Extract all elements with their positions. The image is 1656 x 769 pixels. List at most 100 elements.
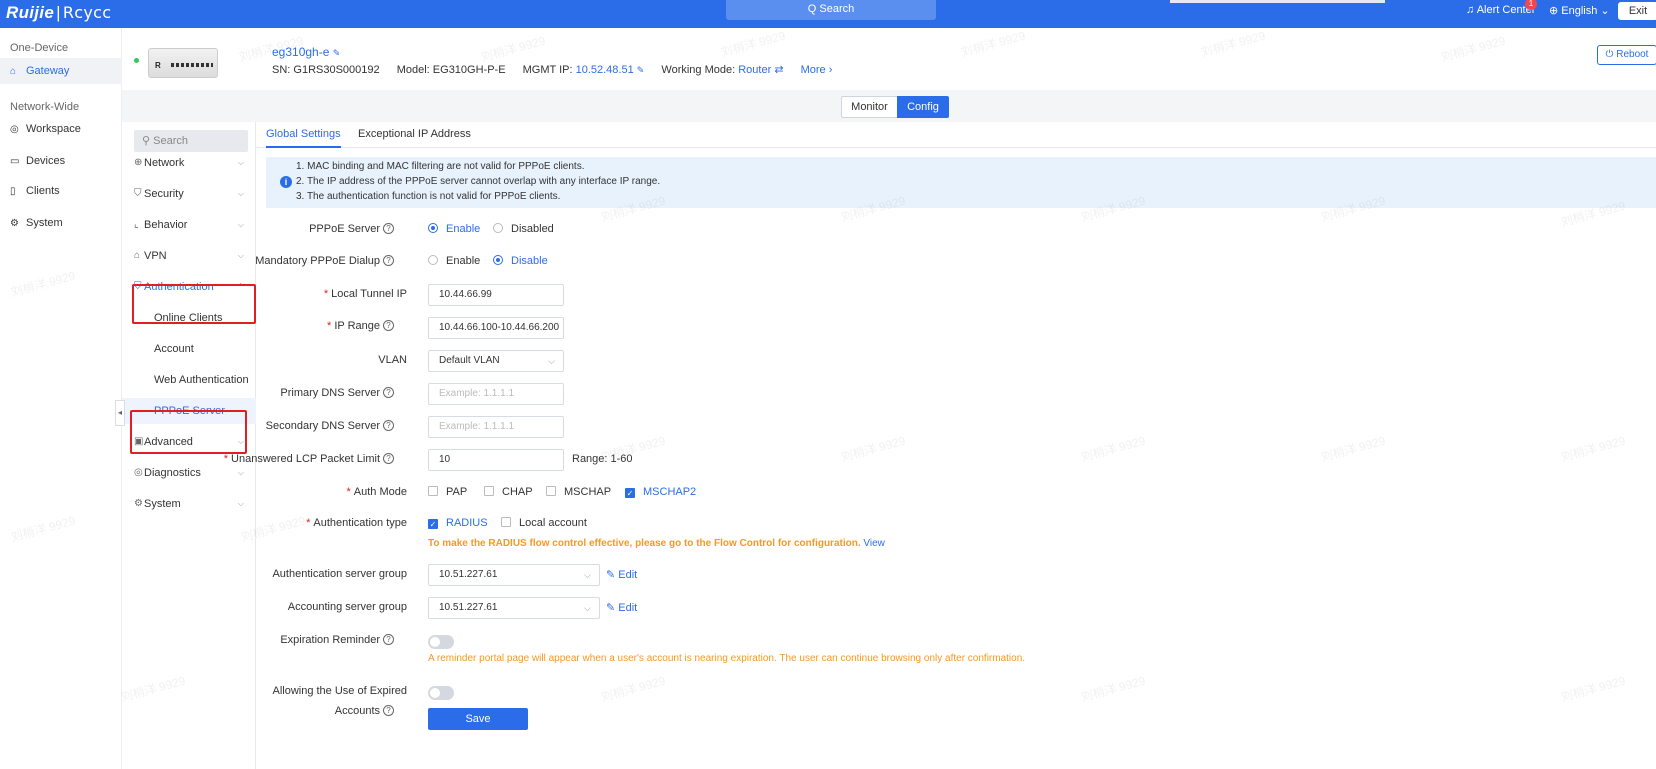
label-text: Secondary DNS Server [265,420,380,432]
global-search-button[interactable]: Q Search [726,0,936,20]
nav-item-system[interactable]: ⚙ System [0,210,122,236]
ip-range-input[interactable]: 10.44.66.100-10.44.66.200 [428,317,564,339]
acct-server-group-select[interactable]: 10.51.227.61 ⌵ [428,597,600,619]
mschap-checkbox[interactable]: MSCHAP [546,486,611,498]
chevron-down-icon: ⌄ [1600,5,1610,17]
pap-checkbox[interactable]: PAP [428,486,467,498]
sidebar-item-web-authentication[interactable]: Web Authentication [122,367,256,393]
pppoe-enable-radio[interactable]: Enable [428,223,480,235]
chap-checkbox[interactable]: CHAP [484,486,533,498]
help-icon[interactable]: ? [383,387,394,398]
monitor-tab[interactable]: Monitor [841,96,898,118]
sidebar-item-system[interactable]: ⚙ System ⌵ [122,491,256,517]
help-icon[interactable]: ? [383,223,394,234]
clients-icon: ▯ [10,186,16,197]
info-notice: i 1. MAC binding and MAC filtering are n… [266,157,1656,208]
sidebar-item-label: System [144,498,181,510]
expired-accounts-label-2: Accounts? [335,705,394,717]
edit-icon: ✎ [606,569,616,581]
acct-server-edit-link[interactable]: ✎ Edit [606,601,637,614]
logo-separator: | [56,3,61,22]
help-icon[interactable]: ? [383,255,394,266]
lcp-limit-input[interactable]: 10 [428,449,564,471]
logo-brand: Ruijie [6,3,55,22]
mandatory-disable-radio[interactable]: Disable [493,255,548,267]
tab-exceptional-ip[interactable]: Exceptional IP Address [358,128,471,146]
bell-icon: ♫ [1466,4,1475,16]
label-text: Local Tunnel IP [331,288,407,300]
selected-value: 10.51.227.61 [439,569,498,580]
expiration-reminder-label: Expiration Reminder? [280,634,394,646]
tab-global-settings[interactable]: Global Settings [266,128,341,148]
sidebar-search-input[interactable]: ⚲ Search [134,130,248,152]
radio-label: Enable [446,223,481,235]
brand-logo[interactable]: Ruijie | Rcycc [6,3,111,23]
help-icon[interactable]: ? [383,420,394,431]
mschap2-checkbox[interactable]: ✓ MSCHAP2 [625,486,696,498]
sn-label: SN: [272,64,291,76]
sidebar-item-label: VPN [144,250,167,262]
expiration-note: A reminder portal page will appear when … [428,653,1026,664]
lcp-limit-label: * Unanswered LCP Packet Limit? [224,453,394,465]
nav-item-gateway[interactable]: ⌂ Gateway [0,58,122,84]
highlight-authentication [132,284,256,324]
sidebar-item-vpn[interactable]: ⌂ VPN ⌵ [122,243,256,269]
help-icon[interactable]: ? [383,320,394,331]
sidebar-item-account[interactable]: Account [122,336,256,362]
sidebar-item-label: Security [144,188,184,200]
edit-icon[interactable]: ✎ [637,65,645,75]
device-image-label: R [155,61,161,70]
primary-dns-label: Primary DNS Server? [280,387,394,399]
label-text: Mandatory PPPoE Dialup [255,255,380,267]
chevron-down-icon: ⌵ [237,220,244,229]
edit-icon[interactable]: ✎ [333,48,341,58]
device-name[interactable]: eg310gh-e ✎ [272,45,340,59]
primary-dns-input[interactable]: Example: 1.1.1.1 [428,383,564,405]
language-selector[interactable]: ⊕ English ⌄ [1549,4,1610,17]
search-icon: ⚲ [142,135,151,147]
config-tab[interactable]: Config [897,96,949,118]
top-notification-strip [1170,0,1385,3]
sidebar-item-behavior[interactable]: ⌞ Behavior ⌵ [122,212,256,238]
expired-accounts-toggle[interactable] [428,686,454,700]
settings-tabs: Global Settings Exceptional IP Address [256,122,1656,148]
more-link[interactable]: More › [801,64,833,76]
vlan-select[interactable]: Default VLAN ⌵ [428,350,564,372]
auth-server-edit-link[interactable]: ✎ Edit [606,568,637,581]
home-icon: ⌂ [10,66,17,77]
radius-checkbox[interactable]: ✓ RADIUS [428,517,488,529]
sidebar-item-security[interactable]: ⛉ Security ⌵ [122,181,256,207]
mgmt-ip-link[interactable]: 10.52.48.51 [576,64,634,76]
help-icon[interactable]: ? [383,705,394,716]
exit-button[interactable]: Exit [1618,2,1656,20]
mandatory-dialup-label: Mandatory PPPoE Dialup? [255,255,394,267]
nav-item-devices[interactable]: ▭ Devices [0,148,122,174]
save-button[interactable]: Save [428,708,528,730]
expiration-reminder-toggle[interactable] [428,635,454,649]
local-account-checkbox[interactable]: Local account [501,517,587,529]
local-tunnel-ip-input[interactable]: 10.44.66.99 [428,284,564,306]
pppoe-disabled-radio[interactable]: Disabled [493,223,554,235]
device-info-row: SN: G1RS30S000192 Model: EG310GH-P-E MGM… [272,63,832,76]
info-line: 3. The authentication function is not va… [296,191,561,202]
switch-icon[interactable]: ⇄ [774,64,783,76]
checkbox-label: CHAP [502,486,533,498]
model-label: Model: [396,64,430,76]
info-line: 1. MAC binding and MAC filtering are not… [296,161,585,172]
nav-item-clients[interactable]: ▯ Clients [0,178,122,204]
mandatory-enable-radio[interactable]: Enable [428,255,480,267]
working-mode-link[interactable]: Router [738,64,771,76]
nav-item-workspace[interactable]: ◎ Workspace [0,116,122,142]
secondary-dns-input[interactable]: Example: 1.1.1.1 [428,416,564,438]
chevron-right-icon: › [828,64,833,76]
nav-item-label: Gateway [26,65,70,77]
reboot-button[interactable]: ⏻ Reboot [1597,45,1656,65]
help-icon[interactable]: ? [383,453,394,464]
radius-note-text: To make the RADIUS flow control effectiv… [428,538,861,549]
sidebar-item-network[interactable]: ⊕ Network ⌵ [122,150,256,176]
auth-server-group-select[interactable]: 10.51.227.61 ⌵ [428,564,600,586]
collapse-sidebar-button[interactable]: ◂ [115,400,125,426]
help-icon[interactable]: ? [383,634,394,645]
view-link[interactable]: View [863,538,885,549]
label-text: Expiration Reminder [280,634,380,646]
